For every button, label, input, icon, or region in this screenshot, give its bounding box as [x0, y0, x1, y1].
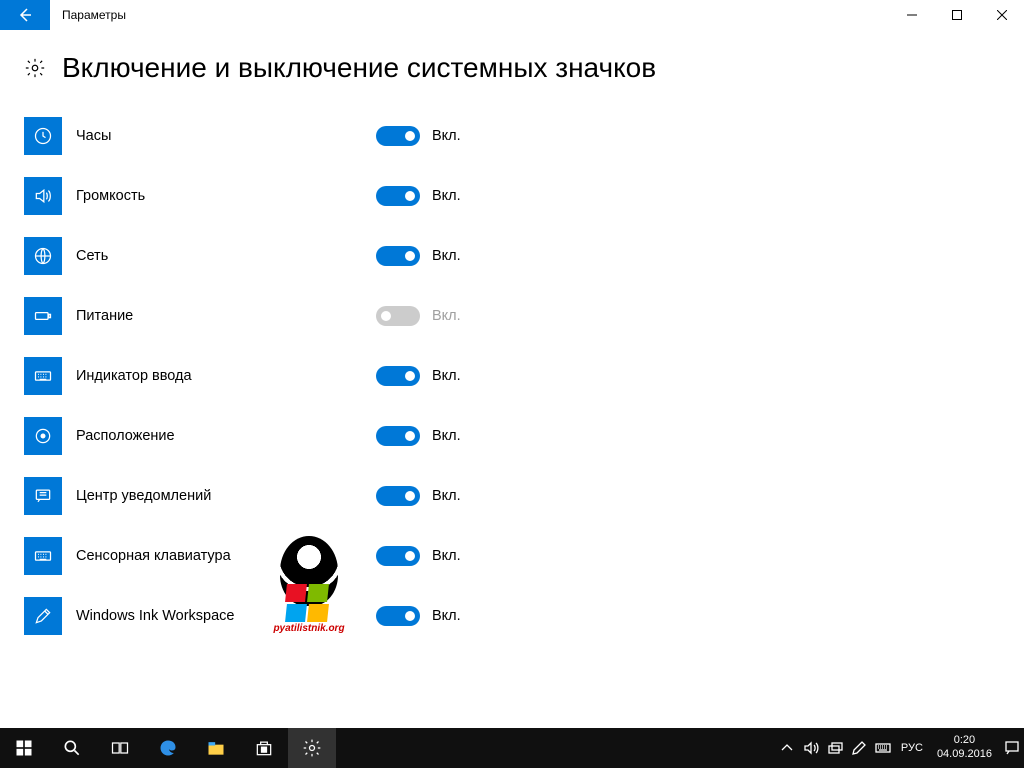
taskbar: РУС 0:20 04.09.2016 [0, 728, 1024, 768]
arrow-left-icon [17, 7, 33, 23]
settings-taskbar-button[interactable] [288, 728, 336, 768]
pen-icon [24, 597, 62, 635]
toggle-ink-workspace[interactable] [376, 606, 420, 626]
toggle-touch-keyboard[interactable] [376, 546, 420, 566]
gear-icon [24, 57, 46, 79]
tray-chevron-icon[interactable] [775, 728, 799, 768]
setting-row-action-center: Центр уведомлений Вкл. [24, 466, 1024, 526]
toggle-volume[interactable] [376, 186, 420, 206]
toggle-state-label: Вкл. [432, 248, 461, 264]
setting-row-location: Расположение Вкл. [24, 406, 1024, 466]
toggle-state-label: Вкл. [432, 608, 461, 624]
maximize-button[interactable] [934, 0, 979, 30]
toggle-state-label: Вкл. [432, 128, 461, 144]
setting-label: Питание [76, 308, 376, 324]
file-explorer-button[interactable] [192, 728, 240, 768]
settings-list: Часы Вкл. Громкость Вкл. Сеть Вкл. Питан… [24, 106, 1024, 646]
keyboard-icon [24, 537, 62, 575]
toggle-input-indicator[interactable] [376, 366, 420, 386]
minimize-button[interactable] [889, 0, 934, 30]
toggle-power [376, 306, 420, 326]
titlebar: Параметры [0, 0, 1024, 30]
setting-row-touch-keyboard: Сенсорная клавиатура Вкл. [24, 526, 1024, 586]
setting-row-power: Питание Вкл. [24, 286, 1024, 346]
toggle-clock[interactable] [376, 126, 420, 146]
watermark-text: pyatilistnik.org [262, 623, 356, 634]
location-icon [24, 417, 62, 455]
setting-row-volume: Громкость Вкл. [24, 166, 1024, 226]
tray-clock[interactable]: 0:20 04.09.2016 [929, 734, 1000, 762]
keyboard-icon [24, 357, 62, 395]
setting-label: Индикатор ввода [76, 368, 376, 384]
tray-language[interactable]: РУС [895, 742, 929, 754]
start-button[interactable] [0, 728, 48, 768]
setting-label: Сеть [76, 248, 376, 264]
tray-keyboard-icon[interactable] [871, 728, 895, 768]
toggle-state-label: Вкл. [432, 548, 461, 564]
toggle-state-label: Вкл. [432, 488, 461, 504]
setting-row-clock: Часы Вкл. [24, 106, 1024, 166]
toggle-location[interactable] [376, 426, 420, 446]
setting-label: Центр уведомлений [76, 488, 376, 504]
page-title: Включение и выключение системных значков [62, 52, 656, 84]
close-button[interactable] [979, 0, 1024, 30]
toggle-action-center[interactable] [376, 486, 420, 506]
back-button[interactable] [0, 0, 50, 30]
page-heading: Включение и выключение системных значков [24, 52, 1024, 84]
system-tray: РУС 0:20 04.09.2016 [775, 728, 1024, 768]
tray-pen-icon[interactable] [847, 728, 871, 768]
watermark-image: pyatilistnik.org [262, 536, 356, 630]
volume-icon [24, 177, 62, 215]
setting-row-ink-workspace: Windows Ink Workspace Вкл. [24, 586, 1024, 646]
app-title: Параметры [62, 8, 126, 22]
store-button[interactable] [240, 728, 288, 768]
battery-icon [24, 297, 62, 335]
tray-action-center-icon[interactable] [1000, 728, 1024, 768]
toggle-state-label: Вкл. [432, 308, 461, 324]
tray-volume-icon[interactable] [799, 728, 823, 768]
toggle-network[interactable] [376, 246, 420, 266]
toggle-state-label: Вкл. [432, 428, 461, 444]
edge-button[interactable] [144, 728, 192, 768]
setting-label: Громкость [76, 188, 376, 204]
task-view-button[interactable] [96, 728, 144, 768]
toggle-state-label: Вкл. [432, 368, 461, 384]
tray-network-icon[interactable] [823, 728, 847, 768]
clock-icon [24, 117, 62, 155]
setting-label: Часы [76, 128, 376, 144]
setting-label: Расположение [76, 428, 376, 444]
setting-row-network: Сеть Вкл. [24, 226, 1024, 286]
setting-row-input-indicator: Индикатор ввода Вкл. [24, 346, 1024, 406]
search-button[interactable] [48, 728, 96, 768]
toggle-state-label: Вкл. [432, 188, 461, 204]
notifications-icon [24, 477, 62, 515]
globe-icon [24, 237, 62, 275]
window-controls [889, 0, 1024, 30]
